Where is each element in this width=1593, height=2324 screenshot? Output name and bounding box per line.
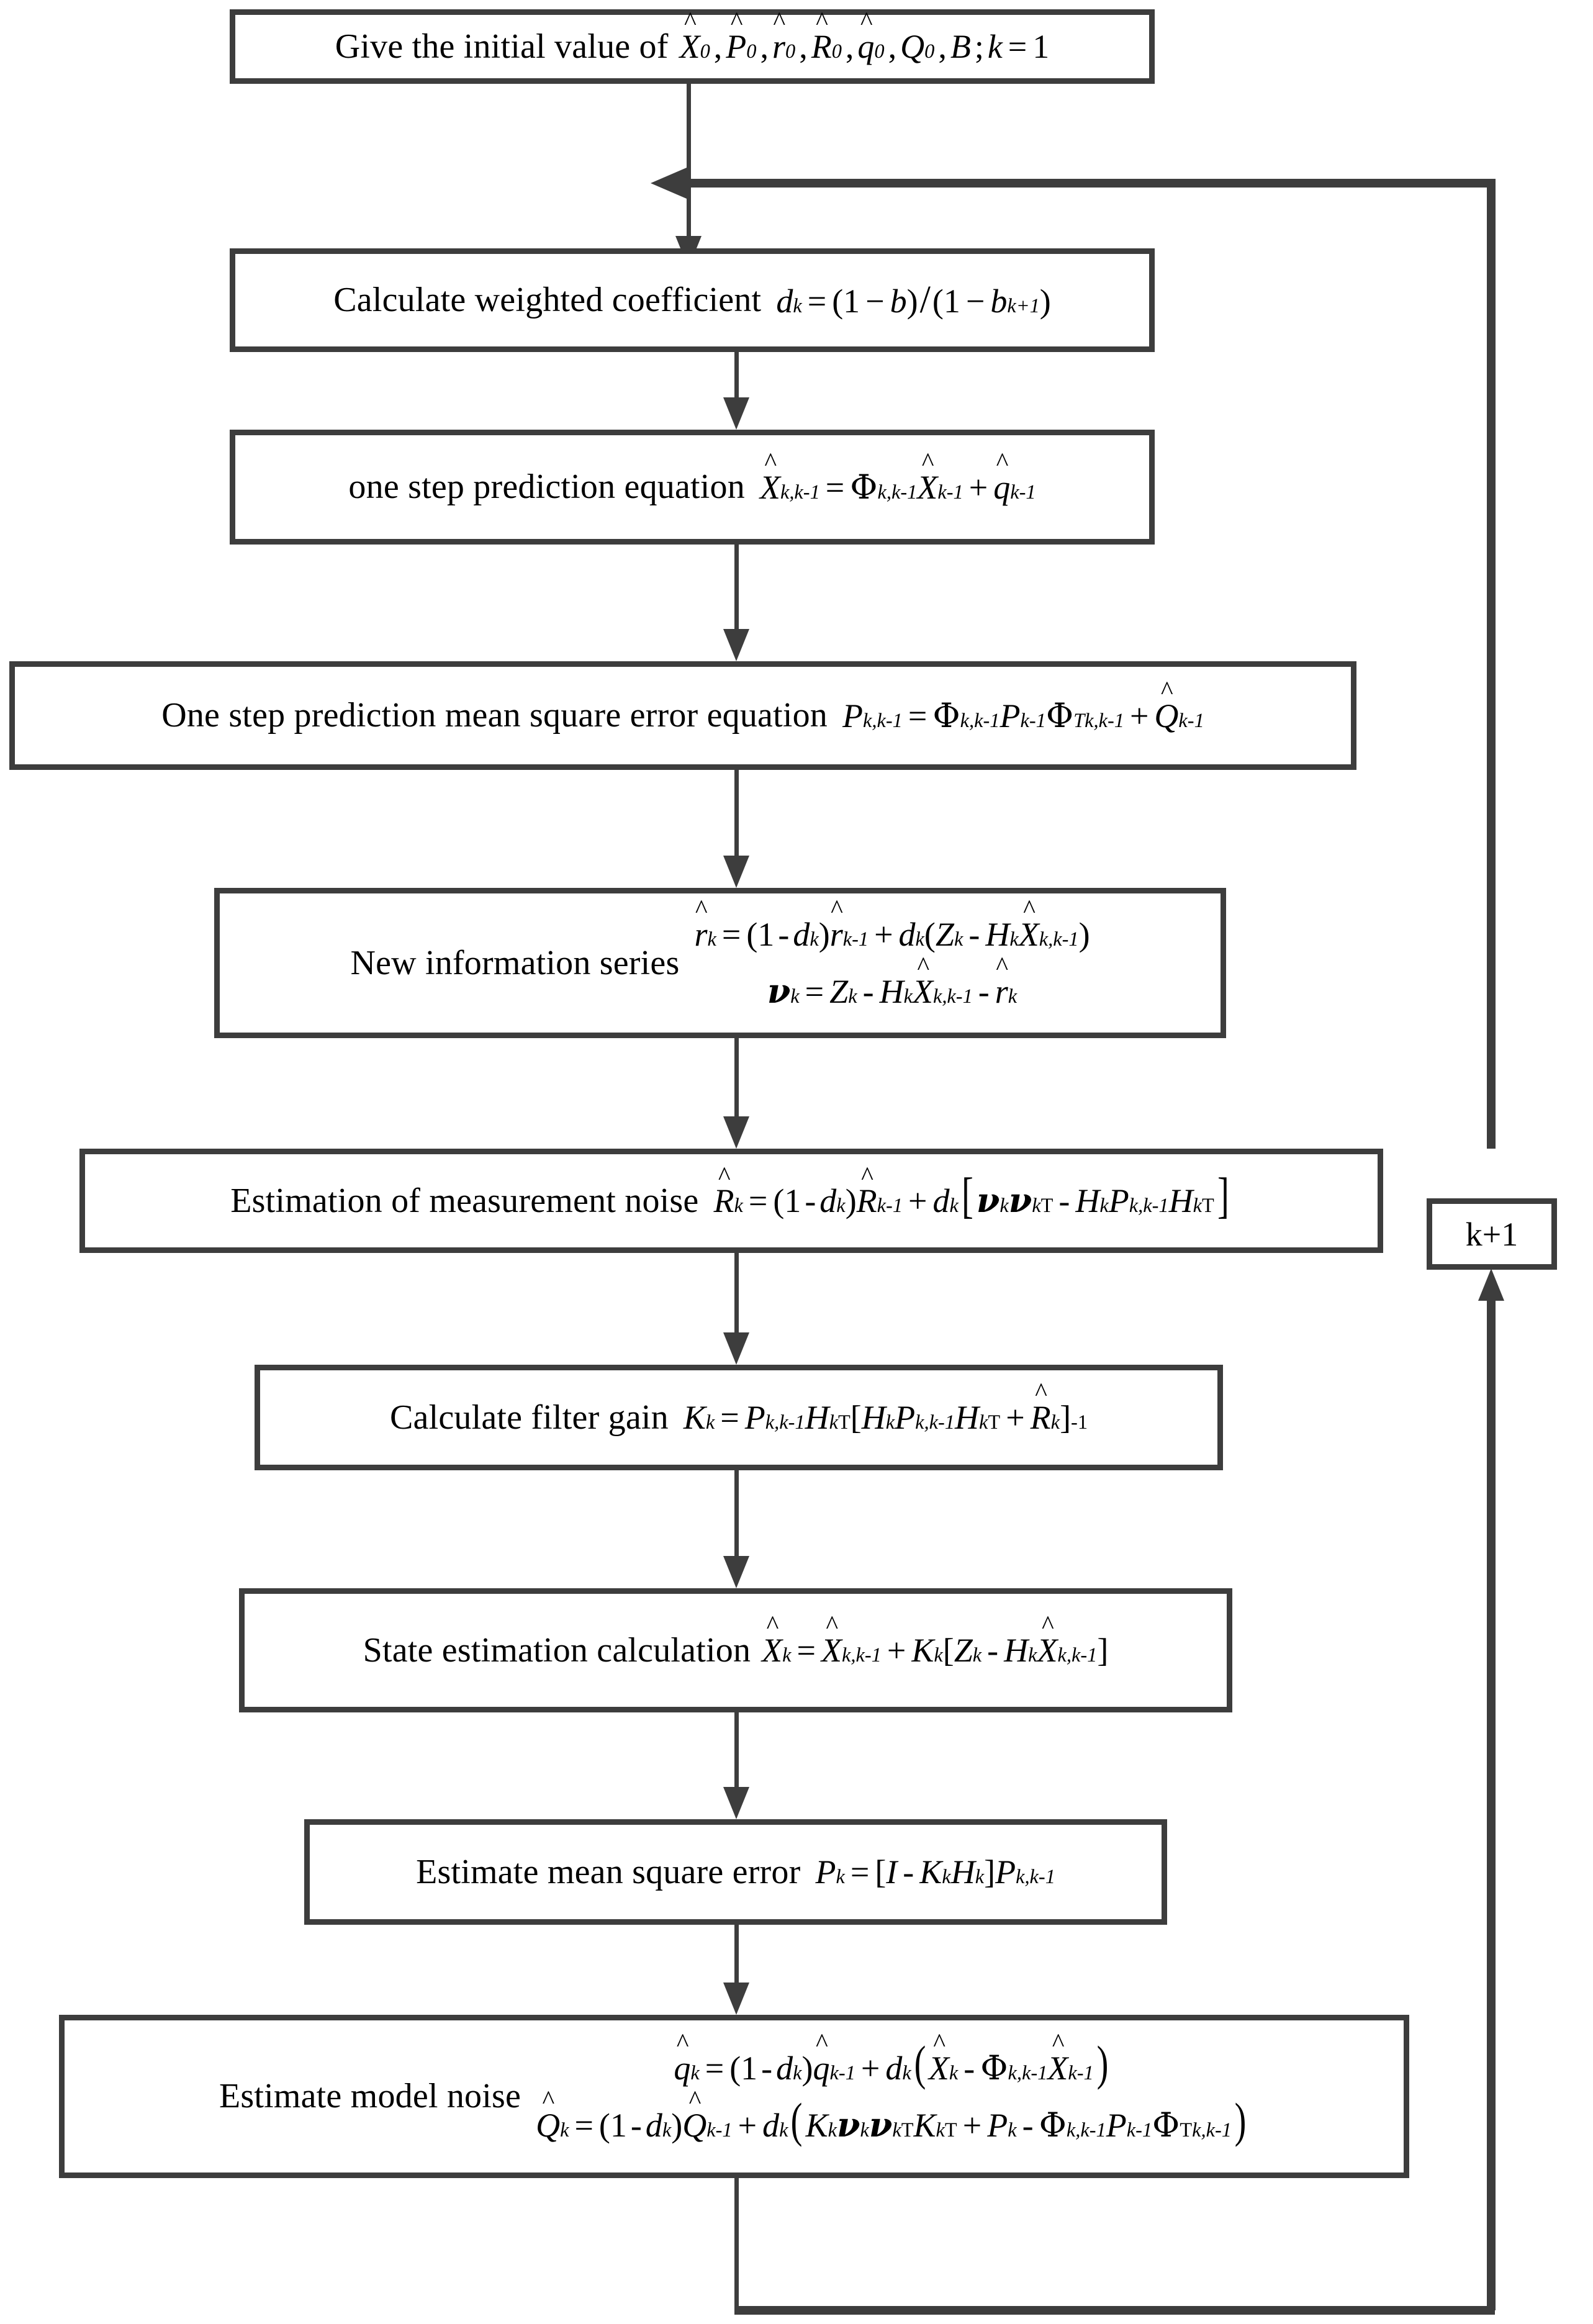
node-one-step-mse[interactable]: One step prediction mean square error eq… (9, 661, 1356, 770)
node-measurement-noise-equation: ^ Rk = (1- d k) ^ Rk-1 + dk [ νkνkT - Hk Pk,k-1… (713, 1161, 1229, 1223)
connector-state-to-estmse (734, 1712, 739, 1789)
node-weighted-coefficient-label: Calculate weighted coefficient (333, 281, 762, 320)
node-model-noise-equation: ^ q k = (1- d k) ^ q k-1 + dk ( ^ Xk - Φk,k-1 ^ Xk-… (536, 2028, 1247, 2147)
connector-newinfo-to-measnoise (734, 1038, 739, 1119)
connector-mse-to-newinfo (734, 770, 739, 858)
arrowhead-to-measurement-noise (723, 1116, 749, 1149)
node-measurement-noise-estimation[interactable]: Estimation of measurement noise ^ Rk = (1-… (79, 1149, 1383, 1253)
node-initial-value[interactable]: Give the initial value of ^ X 0, ^ P 0, ^ r 0,… (230, 9, 1155, 84)
connector-weighted-to-prediction (734, 352, 739, 400)
arrowhead-to-one-step-mse (723, 629, 749, 661)
arrowhead-to-k-plus-one (1478, 1268, 1504, 1301)
node-initial-value-equation: ^ X 0, ^ P 0, ^ r 0, ^ R 0, ^ q 0, Q0, B; k = 1 (679, 7, 1050, 65)
loop-right-vertical-lower (1487, 1301, 1496, 2310)
node-weighted-coefficient[interactable]: Calculate weighted coefficient d k = (1− b)… (230, 248, 1155, 352)
node-model-noise-label: Estimate model noise (219, 2077, 521, 2116)
connector-prediction-to-mse (734, 545, 739, 631)
flowchart-canvas: k+1 Give the initial value of ^ X 0, ^ P 0, … (0, 0, 1593, 2324)
feedback-horizontal-top (689, 179, 1491, 188)
arrowhead-to-filter-gain (723, 1332, 749, 1365)
arrowhead-to-new-information (723, 856, 749, 888)
node-one-step-mse-label: One step prediction mean square error eq… (161, 696, 828, 735)
connector-measnoise-to-gain (734, 1253, 739, 1335)
node-weighted-coefficient-equation: d k = (1− b) / (1− b k+1) (776, 278, 1051, 321)
connector-gain-to-state (734, 1470, 739, 1558)
node-new-information-series-equation: ^ r k = (1- d k) ^ r k-1 + dk (Zk - Hk ^ Xk,k-1) ν… (694, 895, 1090, 1011)
loop-bottom-horizontal (734, 2306, 1495, 2315)
node-one-step-prediction-label: one step prediction equation (348, 468, 745, 507)
loop-down-segment (734, 2178, 739, 2310)
loop-counter-label: k+1 (1465, 1215, 1519, 1253)
node-filter-gain-equation: Kk = Pk,k-1 Hk T [ Hk Pk,k-1 Hk T + ^ Rk ] -1 (683, 1378, 1088, 1436)
node-model-noise[interactable]: Estimate model noise ^ q k = (1- d k) ^ q k-1 + … (59, 2015, 1409, 2178)
loop-counter-box[interactable]: k+1 (1427, 1198, 1557, 1270)
node-measurement-noise-label: Estimation of measurement noise (230, 1181, 699, 1220)
arrowhead-to-one-step-prediction (723, 397, 749, 430)
node-estimate-mse-equation: Pk = [I - Kk Hk] Pk,k-1 (815, 1853, 1055, 1891)
node-state-estimation-equation: ^ Xk = ^ Xk,k-1 + Kk [Zk - Hk ^ Xk,k-1] (762, 1611, 1109, 1669)
arrowhead-to-estimate-mse (723, 1787, 749, 1819)
node-new-information-series[interactable]: New information series ^ r k = (1- d k) ^ r k-1… (214, 888, 1226, 1038)
arrowhead-to-state-estimation (723, 1556, 749, 1588)
node-estimate-mse[interactable]: Estimate mean square error Pk = [I - Kk Hk]… (304, 1819, 1167, 1925)
node-state-estimation-label: State estimation calculation (363, 1630, 751, 1670)
node-estimate-mse-label: Estimate mean square error (416, 1852, 801, 1891)
node-one-step-prediction-equation: ^ Xk,k-1 = Φk,k-1 ^ Xk-1 + ^ q k-1 (759, 448, 1036, 507)
node-filter-gain-label: Calculate filter gain (389, 1398, 669, 1437)
node-state-estimation[interactable]: State estimation calculation ^ Xk = ^ Xk,k-… (239, 1588, 1232, 1712)
node-one-step-mse-equation: Pk,k-1 = Φk,k-1 Pk-1 Φ Tk,k-1 + ^ Qk-1 (842, 676, 1204, 735)
node-new-information-series-label: New information series (350, 943, 680, 982)
connector-estmse-to-modelnoise (734, 1925, 739, 1987)
feedback-arrowhead-left (651, 168, 687, 199)
loop-right-vertical-upper (1487, 179, 1496, 1149)
node-filter-gain[interactable]: Calculate filter gain Kk = Pk,k-1 Hk T [ Hk… (255, 1365, 1223, 1470)
node-one-step-prediction[interactable]: one step prediction equation ^ Xk,k-1 = Φk… (230, 430, 1155, 545)
node-initial-value-label: Give the initial value of (335, 27, 669, 66)
arrowhead-to-model-noise (723, 1983, 749, 2015)
